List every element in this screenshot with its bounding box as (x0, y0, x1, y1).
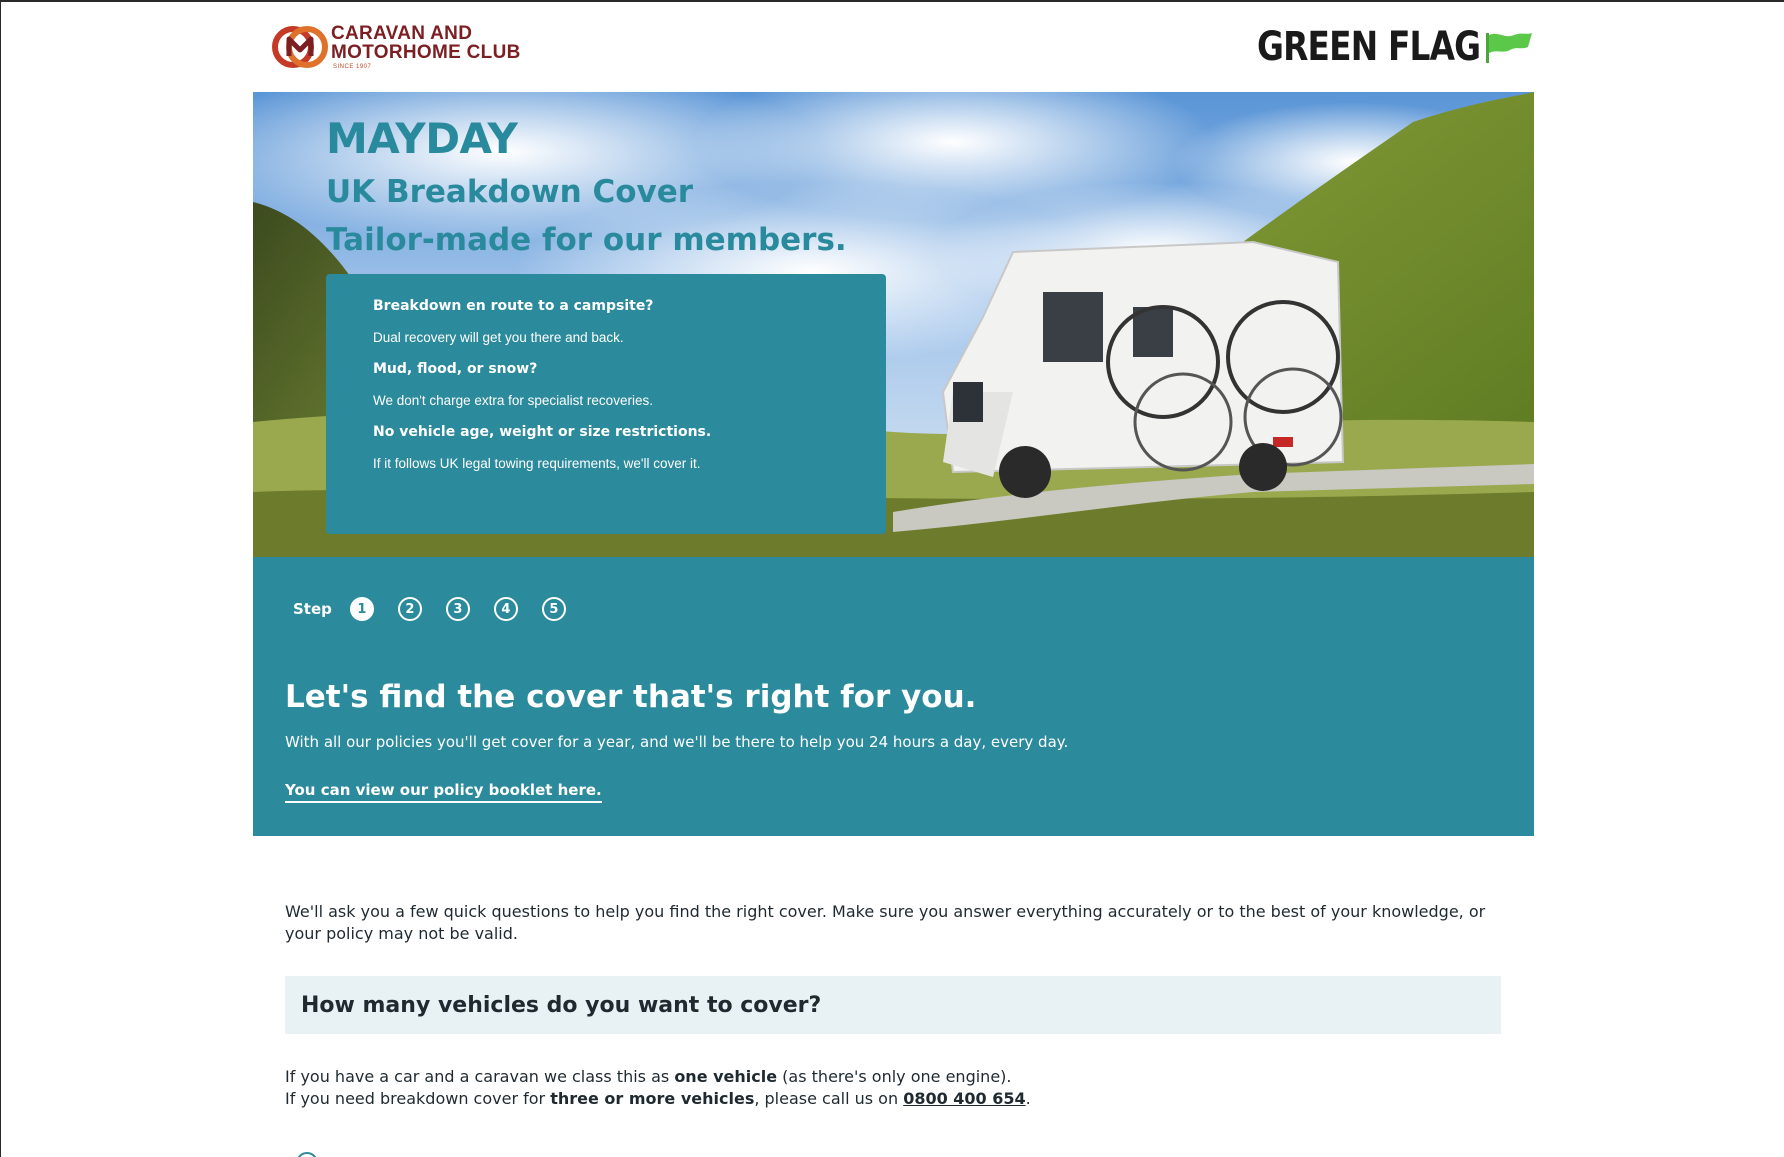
vehicle-info-text: If you have a car and a caravan we class… (285, 1066, 1031, 1110)
section-heading: Let's find the cover that's right for yo… (285, 679, 977, 715)
feature-heading: Breakdown en route to a campsite? (373, 298, 654, 314)
hero-title: MAYDAY (326, 114, 518, 163)
info-line2-mid: , please call us on (754, 1089, 904, 1108)
hero-subtitle-primary: UK Breakdown Cover (326, 174, 694, 210)
info-line2-pre: If you need breakdown cover for (285, 1089, 551, 1108)
cmc-logo-line1: CARAVAN AND (331, 23, 473, 44)
step-5: 5 (541, 597, 566, 621)
vehicle-count-question: How many vehicles do you want to cover? (285, 976, 1501, 1034)
window-left-border (0, 0, 1, 1157)
feature-heading: No vehicle age, weight or size restricti… (373, 424, 712, 440)
step-2: 2 (397, 597, 422, 621)
vehicle-count-radio[interactable] (296, 1152, 318, 1157)
info-line2-post: . (1025, 1089, 1031, 1108)
feature-body: We don't charge extra for specialist rec… (373, 393, 653, 408)
green-flag-logo[interactable]: GREEN FLAG (1208, 24, 1534, 70)
hero-subtitle-secondary: Tailor-made for our members. (326, 222, 847, 258)
step-label: Step (293, 600, 332, 618)
green-flag-icon (1486, 33, 1532, 63)
policy-booklet-link[interactable]: You can view our policy booklet here. (285, 781, 602, 803)
info-line2-bold: three or more vehicles (550, 1089, 755, 1108)
site-header: CARAVAN AND MOTORHOME CLUB SINCE 1907 GR… (253, 2, 1534, 92)
info-line1-bold: one vehicle (674, 1067, 778, 1086)
cmc-logo-text: CARAVAN AND MOTORHOME CLUB SINCE 1907 (331, 24, 521, 70)
step-4: 4 (493, 597, 518, 621)
info-line1-post: (as there's only one engine). (777, 1067, 1012, 1086)
feature-heading: Mud, flood, or snow? (373, 361, 538, 377)
cover-intro-section: Step 1 2 3 4 5 Let's find the cover that… (253, 557, 1534, 836)
info-line1-pre: If you have a car and a caravan we class… (285, 1067, 675, 1086)
cmc-logo-mark-icon (272, 26, 328, 68)
motorhome-illustration (941, 240, 1345, 498)
hero-banner: MAYDAY UK Breakdown Cover Tailor-made fo… (253, 92, 1534, 557)
feature-body: Dual recovery will get you there and bac… (373, 330, 624, 345)
info-line-1: If you have a car and a caravan we class… (285, 1066, 1031, 1088)
step-3: 3 (445, 597, 470, 621)
step-1: 1 (349, 597, 374, 621)
step-indicator: Step 1 2 3 4 5 (293, 597, 590, 621)
intro-text: We'll ask you a few quick questions to h… (285, 902, 1486, 943)
cmc-logo-line2: MOTORHOME CLUB (331, 42, 521, 63)
green-flag-logo-text: GREEN FLAG (1256, 24, 1481, 70)
question-text: How many vehicles do you want to cover? (301, 992, 822, 1018)
cmc-logo-since: SINCE 1907 (333, 64, 372, 70)
section-paragraph: With all our policies you'll get cover f… (285, 733, 1069, 751)
feature-body: If it follows UK legal towing requiremen… (373, 456, 701, 471)
info-line-2: If you need breakdown cover for three or… (285, 1088, 1031, 1110)
caravan-motorhome-club-logo[interactable]: CARAVAN AND MOTORHOME CLUB SINCE 1907 (271, 24, 521, 70)
hero-features-panel: Breakdown en route to a campsite? Dual r… (326, 274, 886, 534)
phone-number-link[interactable]: 0800 400 654 (903, 1089, 1025, 1108)
